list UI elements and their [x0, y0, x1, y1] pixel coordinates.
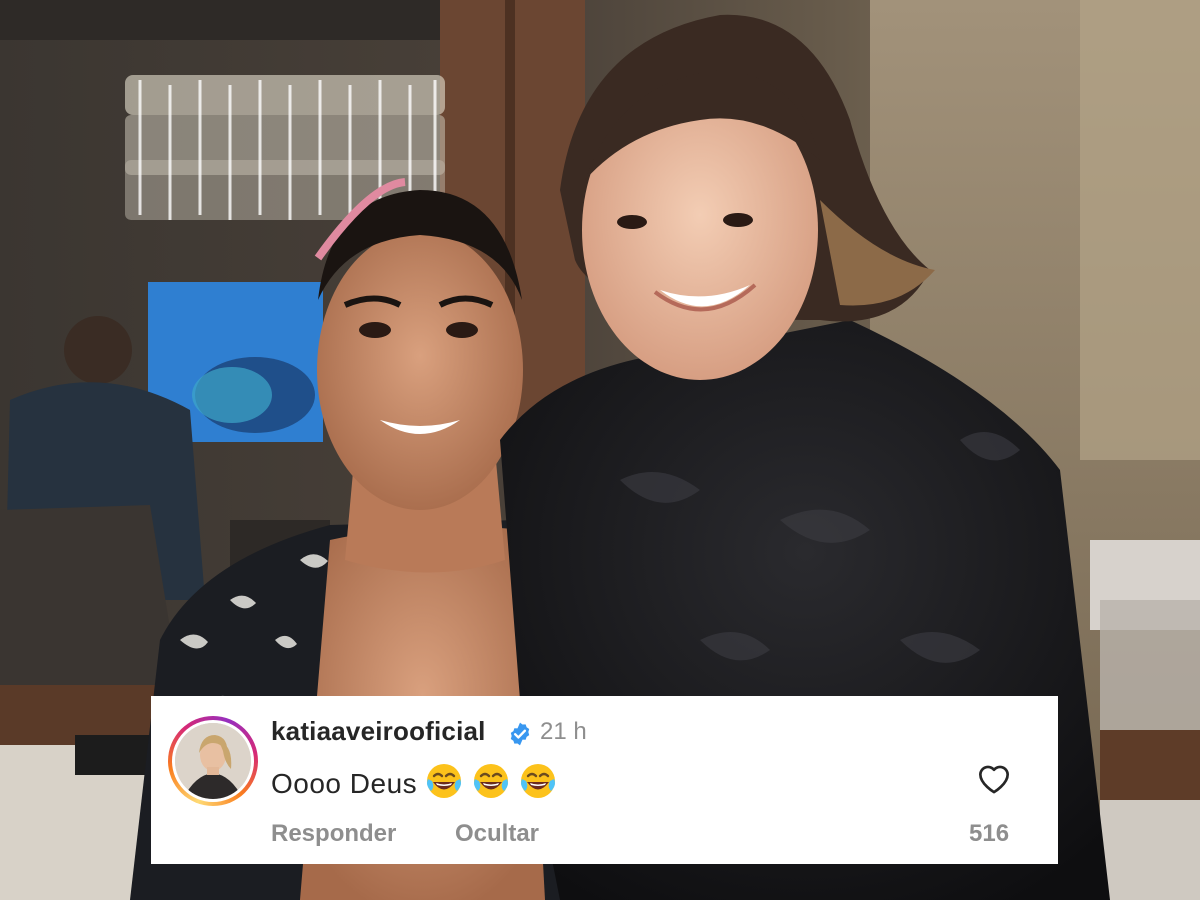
- comment-timestamp: 21 h: [540, 718, 587, 745]
- comment-card: katiaaveirooficial 21 h Oooo Deus Respon…: [151, 696, 1058, 864]
- comment-body: Oooo Deus: [271, 761, 558, 801]
- avatar[interactable]: [175, 723, 251, 799]
- face-with-tears-of-joy-icon: [474, 764, 509, 798]
- username-link[interactable]: katiaaveirooficial: [271, 716, 486, 747]
- heart-outline-icon[interactable]: [973, 758, 1015, 798]
- comment-text: Oooo Deus: [271, 768, 418, 799]
- verified-badge-icon: [510, 722, 530, 746]
- avatar-picture: [175, 723, 251, 799]
- face-with-tears-of-joy-icon: [521, 764, 556, 798]
- like-count[interactable]: 516: [969, 820, 1009, 848]
- reply-button[interactable]: Responder: [271, 820, 396, 848]
- story-ring[interactable]: [168, 716, 258, 806]
- hide-button[interactable]: Ocultar: [455, 820, 539, 848]
- face-with-tears-of-joy-icon: [427, 764, 462, 798]
